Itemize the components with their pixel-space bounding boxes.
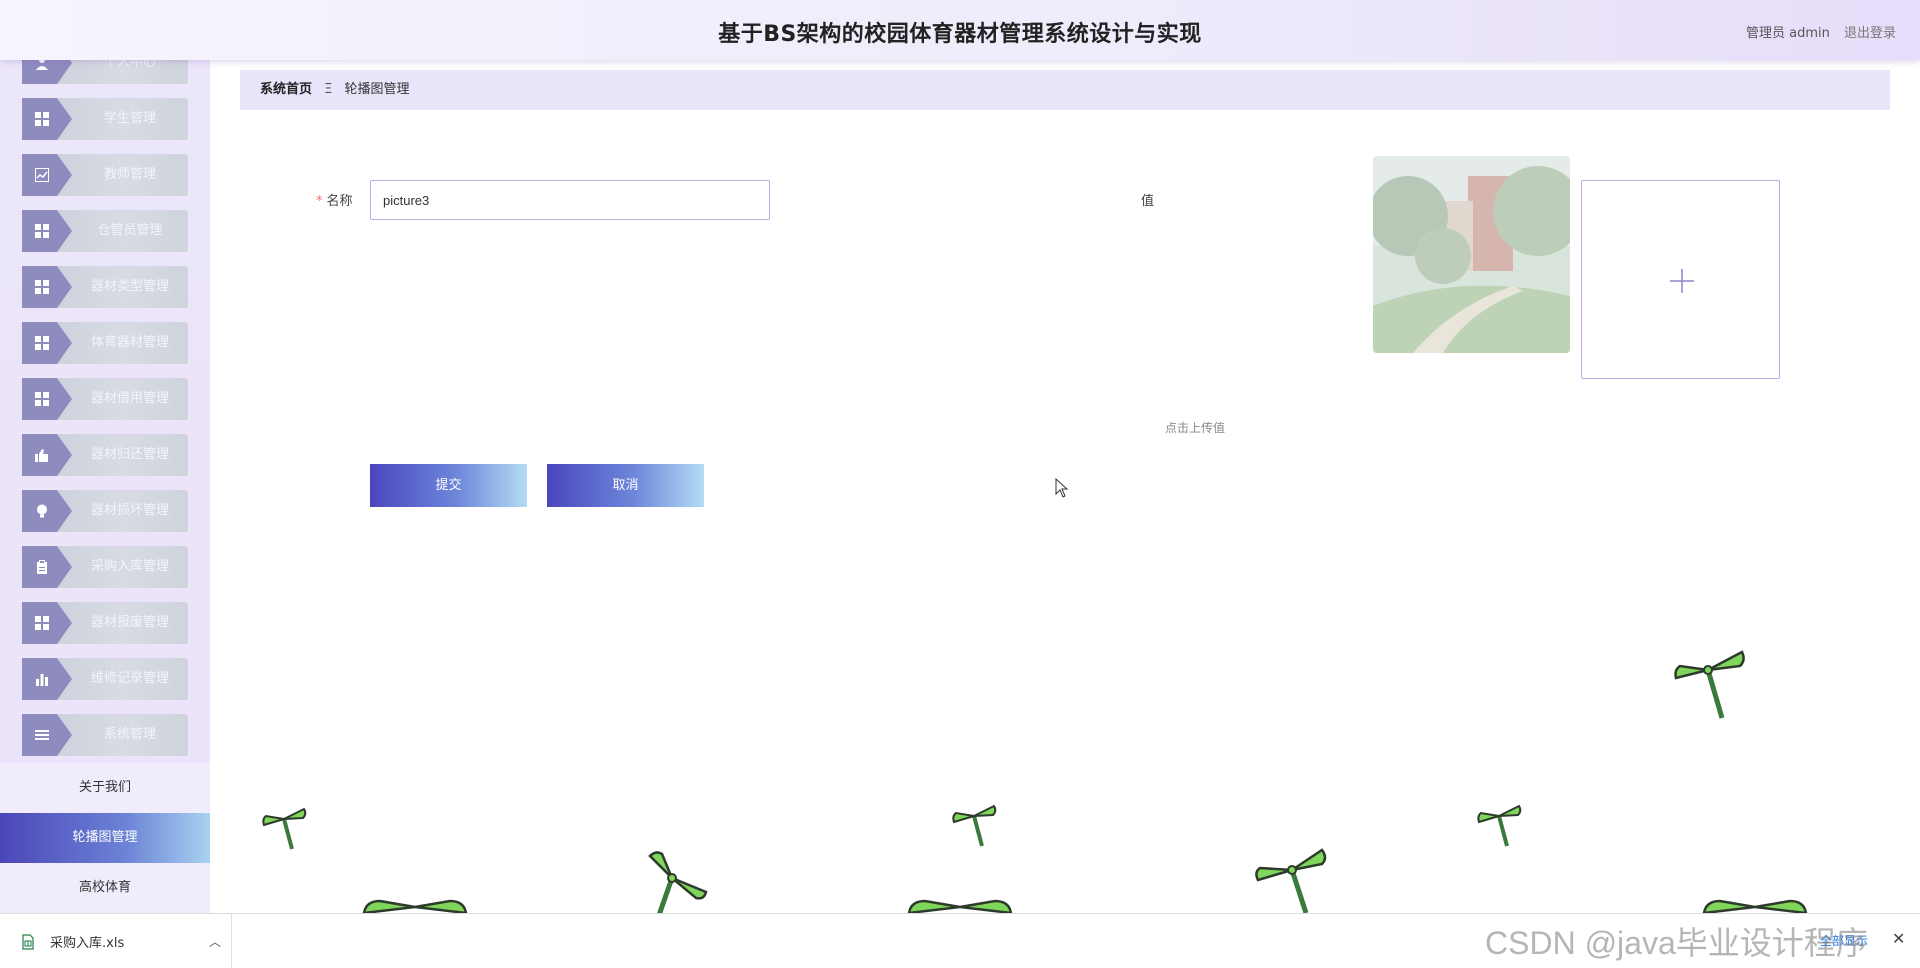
sidebar-subitem-about-us[interactable]: 关于我们 [0,763,210,813]
breadcrumb-separator: Ξ [324,82,333,97]
download-item[interactable]: 采购入库.xls ︿ [16,914,232,968]
sidebar-item-label: 体育器材管理 [90,335,169,350]
bar-chart-icon [22,658,72,700]
list-icon [22,714,72,756]
propeller-decoration-icon [907,899,1013,913]
propeller-decoration-icon [1255,848,1327,913]
grid-icon [22,378,72,420]
sidebar-item-equipment-return[interactable]: 器材归还管理 [22,434,188,476]
propeller-decoration-icon [648,851,708,919]
name-field-label: * 名称 [316,194,353,209]
sidebar-item-equipment-borrowing[interactable]: 器材借用管理 [22,378,188,420]
required-asterisk: * [316,194,323,209]
sidebar-subitem-carousel[interactable]: 轮播图管理 [0,813,210,863]
sidebar-item-label: 器材损坏管理 [90,503,169,518]
plus-icon [1670,269,1694,293]
submit-button[interactable]: 提交 [370,464,527,507]
logout-link[interactable]: 退出登录 [1844,26,1896,41]
grid-icon [22,322,72,364]
thumb-icon [22,434,72,476]
current-user-label: 管理员 admin [1745,26,1830,41]
sidebar-item-label: 器材报废管理 [90,615,169,630]
sidebar-item-label: 个人中心 [103,60,156,70]
value-field-label: 值 [1141,194,1155,209]
sidebar-item-purchase-inbound[interactable]: 采购入库管理 [22,546,188,588]
breadcrumb-home[interactable]: 系统首页 [260,82,312,97]
clipboard-icon [22,546,72,588]
spreadsheet-file-icon [22,933,34,950]
grid-icon [22,210,72,252]
propeller-decoration-icon [1674,650,1745,719]
chart-icon [22,154,72,196]
sidebar-item-sports-equipment[interactable]: 体育器材管理 [22,322,188,364]
propeller-decoration-icon [1477,804,1522,847]
propeller-decoration-icon [1702,899,1808,913]
sidebar-item-system[interactable]: 系统管理 [22,714,188,756]
sidebar-item-label: 系统管理 [103,727,156,742]
user-box: 管理员 admin 退出登录 [1736,22,1896,41]
grid-icon [22,98,72,140]
mouse-pointer-icon [1055,478,1069,498]
propeller-decoration-icon [362,899,468,913]
close-icon[interactable]: ✕ [1892,929,1905,948]
system-title: 基于BS架构的校园体育器材管理系统设计与实现 [718,22,1202,47]
sidebar-item-students[interactable]: 学生管理 [22,98,188,140]
sidebar-item-equipment-damage[interactable]: 器材损坏管理 [22,490,188,532]
sidebar-item-equipment-types[interactable]: 器材类型管理 [22,266,188,308]
breadcrumb-current: 轮播图管理 [344,82,410,97]
sidebar-item-label: 仓管员管理 [97,223,163,238]
chevron-up-icon[interactable]: ︿ [209,933,221,950]
breadcrumb: 系统首页 Ξ 轮播图管理 [240,70,1890,110]
sidebar-item-teachers[interactable]: 教师管理 [22,154,188,196]
sidebar-item-label: 教师管理 [103,167,156,182]
bulb-icon [22,490,72,532]
propeller-decoration-icon [952,804,997,847]
watermark-text: CSDN @java毕业设计程序 [1485,925,1868,961]
sidebar-item-repair-records[interactable]: 维修记录管理 [22,658,188,700]
image-upload-box[interactable] [1581,180,1780,379]
propeller-decoration-icon [262,807,307,850]
upload-tip: 点击上传值 [1165,421,1226,435]
sidebar-item-label: 维修记录管理 [90,671,169,686]
sidebar-item-label: 器材归还管理 [90,447,169,462]
cancel-button[interactable]: 取消 [547,464,704,507]
sidebar-item-label: 器材借用管理 [90,391,169,406]
sidebar-subitem-college-sports[interactable]: 高校体育 [0,863,210,913]
grid-icon [22,266,72,308]
sidebar-item-label: 器材类型管理 [90,279,169,294]
sidebar: 个人中心 学生管理 教师管理 仓管员管理 器材类型管理 体育器材管理 器材借用管… [0,60,210,913]
sidebar-item-warehouse-keepers[interactable]: 仓管员管理 [22,210,188,252]
sidebar-item-label: 采购入库管理 [90,559,169,574]
sidebar-item-label: 学生管理 [103,111,156,126]
user-icon [22,60,72,84]
name-input[interactable] [370,180,770,220]
download-file-name: 采购入库.xls [50,936,125,951]
main-content: 系统首页 Ξ 轮播图管理 *名称 值 点击上传值 提交 取消 [210,60,1920,919]
grid-icon [22,602,72,644]
sidebar-item-equipment-scrap[interactable]: 器材报废管理 [22,602,188,644]
top-header: 基于BS架构的校园体育器材管理系统设计与实现 管理员 admin 退出登录 [0,0,1920,60]
uploaded-image-preview [1373,156,1570,353]
sidebar-item-profile[interactable]: 个人中心 [22,60,188,84]
